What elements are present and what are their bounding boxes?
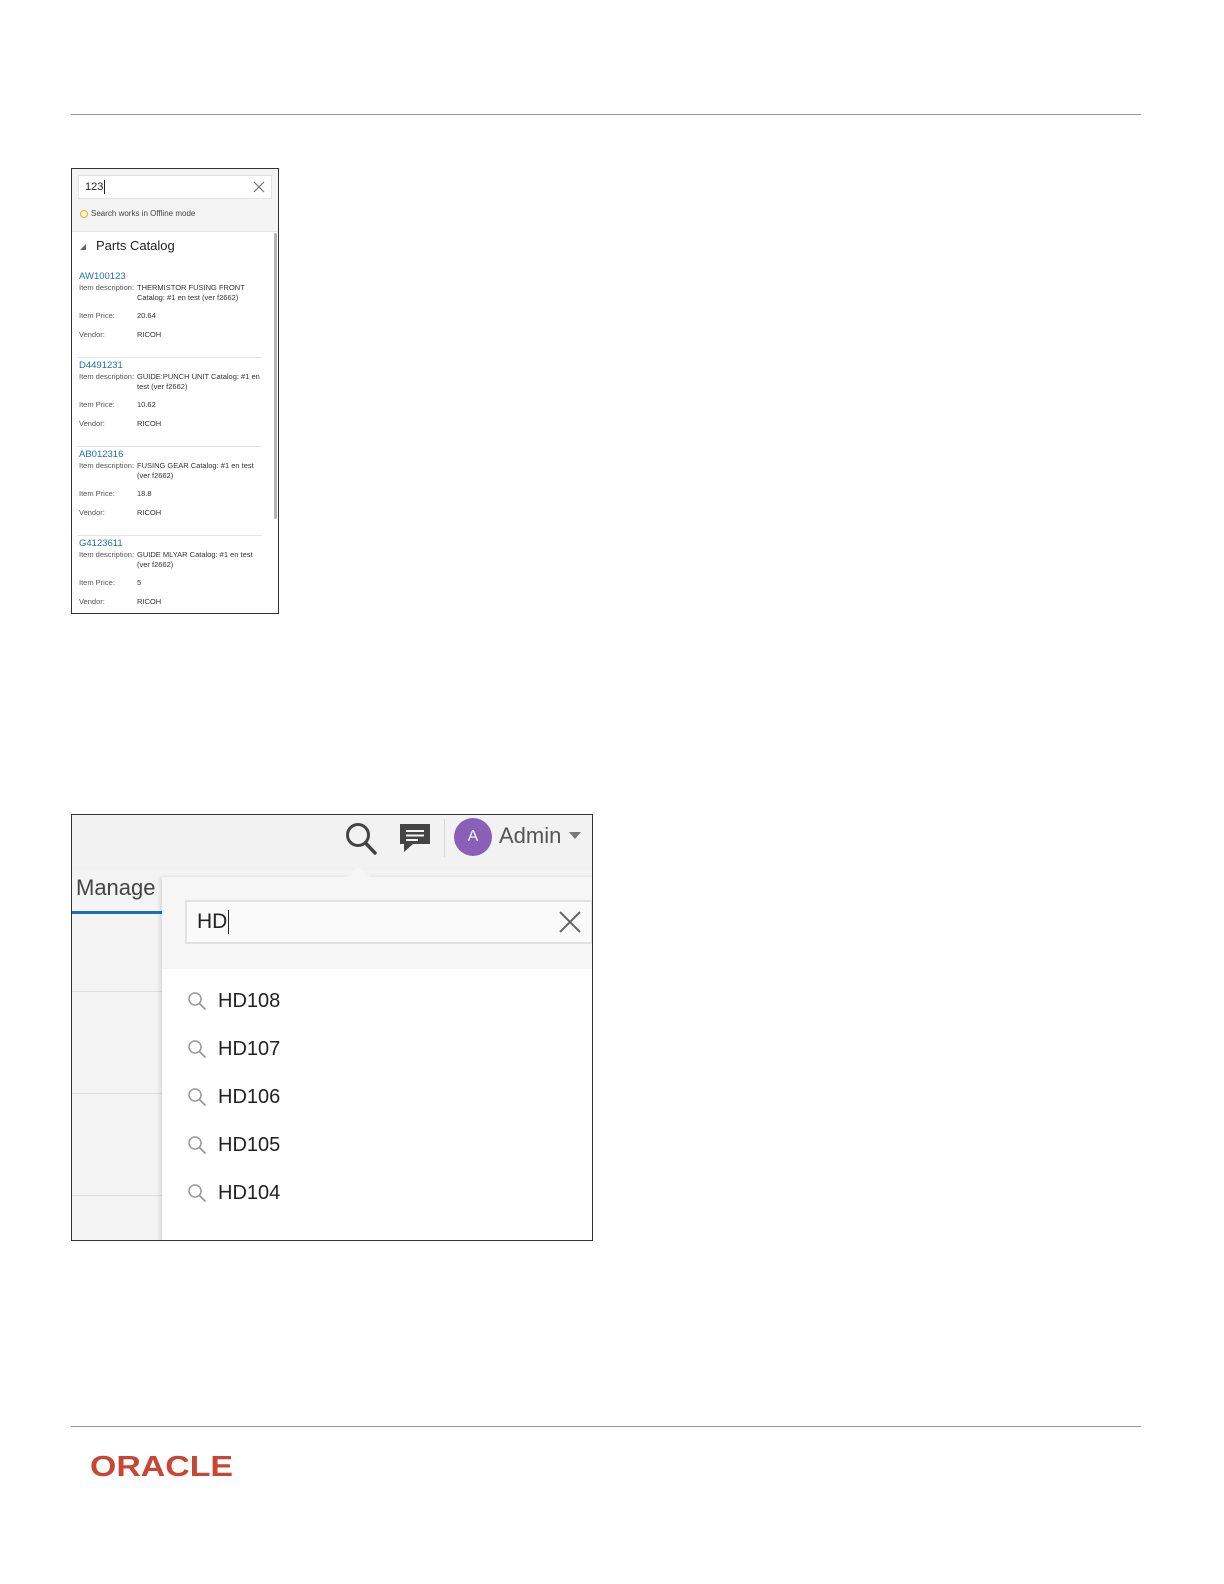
search-input[interactable]: HD bbox=[185, 900, 592, 944]
field-label: Item description: bbox=[79, 283, 135, 292]
offline-hint-text: Search works in Offline mode bbox=[91, 209, 196, 218]
field-label: Item description: bbox=[79, 372, 135, 381]
suggestion-label: HD104 bbox=[218, 1181, 281, 1204]
list-item: AW100123 Item description: THERMISTOR FU… bbox=[78, 269, 262, 358]
item-description: FUSING GEAR Catalog: #1 en test (ver f26… bbox=[137, 461, 254, 480]
field-label: Vendor: bbox=[79, 597, 105, 606]
oracle-logo: ORACLE bbox=[90, 1451, 233, 1480]
divider bbox=[72, 1093, 164, 1094]
item-price-row: Item Price: 18.8 bbox=[79, 489, 263, 499]
item-vendor-row: Vendor: RICOH bbox=[79, 330, 263, 340]
search-icon bbox=[188, 1040, 206, 1058]
item-price-row: Item Price: 10.62 bbox=[79, 400, 263, 410]
item-description-row: Item description: THERMISTOR FUSING FRON… bbox=[79, 283, 263, 303]
item-id-link[interactable]: AB012316 bbox=[79, 449, 123, 460]
divider bbox=[72, 1195, 164, 1196]
list-item: G4123611 Item description: GUIDE MLYAR C… bbox=[78, 536, 263, 613]
suggestion-label: HD107 bbox=[218, 1037, 281, 1060]
section-header[interactable]: Parts Catalog bbox=[80, 238, 175, 253]
search-input-value: HD bbox=[197, 910, 230, 934]
user-menu-label[interactable]: Admin bbox=[499, 823, 561, 849]
scrollbar[interactable] bbox=[274, 233, 277, 519]
avatar[interactable]: A bbox=[454, 818, 492, 856]
suggestion-label: HD108 bbox=[218, 989, 281, 1012]
item-description: GUIDE MLYAR Catalog: #1 en test (ver f26… bbox=[137, 550, 253, 569]
item-price: 20.64 bbox=[137, 311, 156, 320]
search-input[interactable]: 123 bbox=[78, 175, 272, 199]
global-search-screenshot: A Admin Manage HD HD108 HD107 HD106 HD10… bbox=[71, 814, 593, 1241]
item-vendor: RICOH bbox=[137, 508, 162, 517]
offline-hint: Search works in Offline mode bbox=[80, 209, 195, 218]
item-price: 18.8 bbox=[137, 489, 152, 498]
offline-search-screenshot: 123 Search works in Offline mode Parts C… bbox=[71, 168, 279, 614]
suggestion-label: HD106 bbox=[218, 1085, 281, 1108]
tab-manage[interactable]: Manage bbox=[76, 875, 156, 901]
search-icon bbox=[188, 1088, 206, 1106]
list-item: AB012316 Item description: FUSING GEAR C… bbox=[78, 447, 262, 536]
footer-rule bbox=[71, 1426, 1141, 1427]
top-bar: A Admin bbox=[72, 815, 592, 871]
field-label: Item Price: bbox=[79, 400, 115, 409]
field-label: Item description: bbox=[79, 550, 135, 559]
item-vendor-row: Vendor: RICOH bbox=[79, 597, 263, 607]
svg-text:ORACLE: ORACLE bbox=[90, 1451, 233, 1480]
item-price: 10.62 bbox=[137, 400, 156, 409]
divider bbox=[444, 819, 445, 857]
field-label: Vendor: bbox=[79, 419, 105, 428]
results-list: AW100123 Item description: THERMISTOR FU… bbox=[78, 269, 263, 613]
search-header: 123 Search works in Offline mode bbox=[72, 169, 278, 232]
field-label: Item description: bbox=[79, 461, 135, 470]
suggestion-item[interactable]: HD107 bbox=[187, 1025, 567, 1073]
item-price: 5 bbox=[137, 578, 142, 587]
suggestion-item[interactable]: HD105 bbox=[187, 1121, 567, 1169]
item-description-row: Item description: GUIDE MLYAR Catalog: #… bbox=[79, 550, 263, 570]
info-icon bbox=[80, 209, 88, 218]
item-vendor-row: Vendor: RICOH bbox=[79, 508, 263, 518]
item-description-row: Item description: GUIDE:PUNCH UNIT Catal… bbox=[79, 372, 263, 392]
search-icon[interactable] bbox=[344, 821, 378, 857]
close-icon[interactable] bbox=[558, 910, 582, 934]
section-title: Parts Catalog bbox=[96, 238, 175, 253]
close-icon[interactable] bbox=[253, 181, 265, 193]
item-id-link[interactable]: D4491231 bbox=[79, 360, 123, 371]
item-description-row: Item description: FUSING GEAR Catalog: #… bbox=[79, 461, 263, 481]
item-description: GUIDE:PUNCH UNIT Catalog: #1 en test (ve… bbox=[137, 372, 260, 391]
suggestion-label: HD105 bbox=[218, 1133, 281, 1156]
active-tab-indicator bbox=[72, 911, 164, 914]
chevron-down-icon[interactable] bbox=[569, 832, 581, 839]
suggestion-list: HD108 HD107 HD106 HD105 HD104 bbox=[187, 977, 567, 1217]
item-id-link[interactable]: AW100123 bbox=[79, 271, 126, 282]
search-icon bbox=[188, 992, 206, 1010]
item-vendor: RICOH bbox=[137, 419, 162, 428]
field-label: Item Price: bbox=[79, 578, 115, 587]
field-label: Item Price: bbox=[79, 311, 115, 320]
item-vendor-row: Vendor: RICOH bbox=[79, 419, 263, 429]
item-price-row: Item Price: 20.64 bbox=[79, 311, 263, 321]
suggestion-item[interactable]: HD106 bbox=[187, 1073, 567, 1121]
field-label: Vendor: bbox=[79, 508, 105, 517]
search-icon bbox=[188, 1136, 206, 1154]
suggestion-item[interactable]: HD108 bbox=[187, 977, 567, 1025]
item-vendor: RICOH bbox=[137, 597, 162, 606]
search-icon bbox=[188, 1184, 206, 1202]
divider bbox=[72, 991, 164, 992]
collapse-triangle-icon[interactable] bbox=[80, 243, 86, 250]
item-price-row: Item Price: 5 bbox=[79, 578, 263, 588]
search-header: HD bbox=[162, 877, 592, 969]
search-input-value: 123 bbox=[85, 180, 106, 194]
search-dropdown: HD HD108 HD107 HD106 HD105 HD104 bbox=[162, 867, 592, 1240]
item-id-link[interactable]: G4123611 bbox=[79, 538, 123, 549]
field-label: Item Price: bbox=[79, 489, 115, 498]
suggestion-item[interactable]: HD104 bbox=[187, 1169, 567, 1217]
item-description: THERMISTOR FUSING FRONT Catalog: #1 en t… bbox=[137, 283, 245, 302]
list-item: D4491231 Item description: GUIDE:PUNCH U… bbox=[78, 358, 262, 447]
field-label: Vendor: bbox=[79, 330, 105, 339]
item-vendor: RICOH bbox=[137, 330, 162, 339]
chat-icon[interactable] bbox=[397, 820, 433, 856]
header-rule bbox=[71, 114, 1141, 115]
